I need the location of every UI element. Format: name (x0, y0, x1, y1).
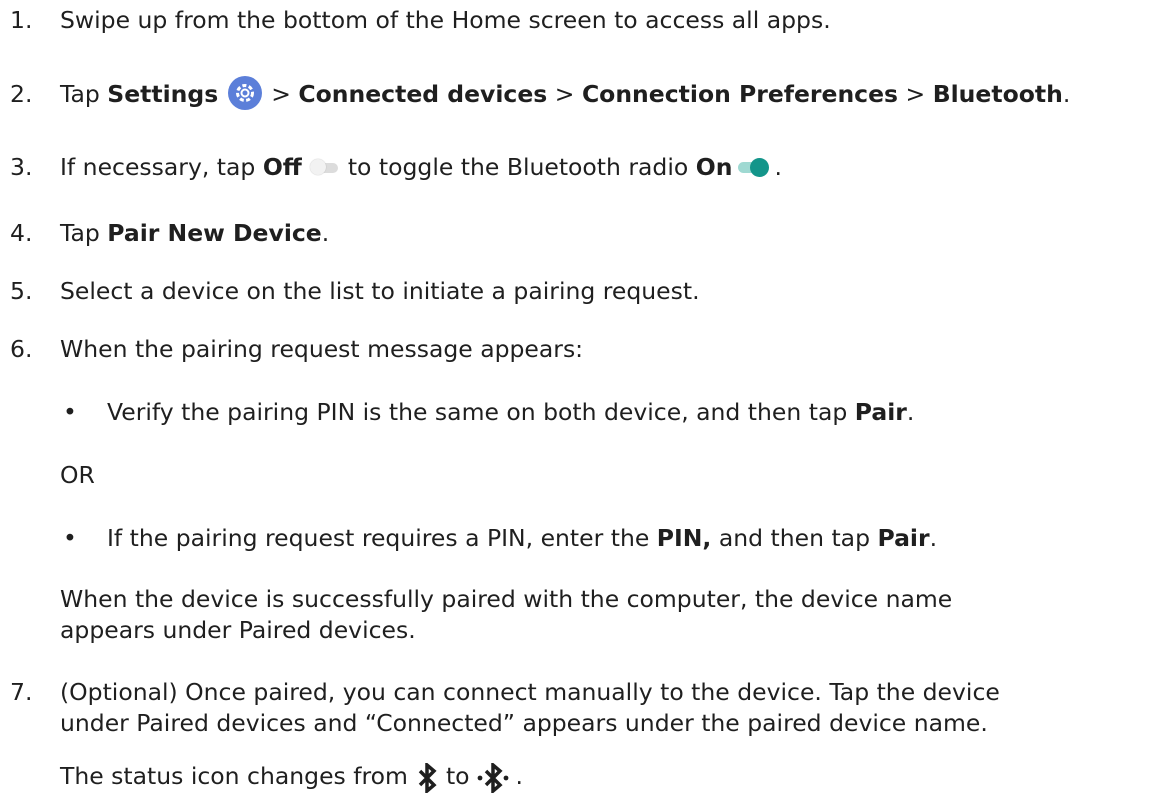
step-text: Tap Pair New Device. (60, 219, 330, 247)
bluetooth-icon (418, 762, 437, 793)
bullet: • (63, 524, 77, 552)
step-number: 6. (10, 335, 33, 363)
toggle-off-icon (308, 157, 342, 177)
bullet: • (63, 398, 77, 426)
paired-note-text: appears under Paired devices. (60, 616, 416, 644)
status-note-text: The status icon changes from to. (60, 760, 523, 793)
step-text: Tap Settings > Connected devices > Conne… (60, 75, 1070, 113)
step-text: Swipe up from the bottom of the Home scr… (60, 6, 831, 34)
settings-gear-icon (227, 75, 262, 110)
step-text: When the pairing request message appears… (60, 335, 584, 363)
on-label: On (695, 153, 733, 181)
step-text: Select a device on the list to initiate … (60, 277, 700, 305)
pair-new-device-label: Pair New Device (107, 219, 322, 247)
settings-label: Settings (107, 80, 219, 108)
paired-note-text: When the device is successfully paired w… (60, 585, 953, 613)
or-text: OR (60, 461, 95, 489)
step-number: 7. (10, 678, 33, 706)
step-number: 5. (10, 277, 33, 305)
step-text: If necessary, tap Off to toggle the Bluet… (60, 153, 782, 181)
connected-devices-label: Connected devices (298, 80, 548, 108)
bullet-text: If the pairing request requires a PIN, e… (107, 524, 938, 552)
step-number: 3. (10, 153, 33, 181)
off-label: Off (262, 153, 302, 181)
connection-preferences-label: Connection Preferences (581, 80, 899, 108)
bluetooth-label: Bluetooth (932, 80, 1063, 108)
step-number: 1. (10, 6, 33, 34)
step-text: under Paired devices and “Connected” app… (60, 709, 988, 737)
bullet-text: Verify the pairing PIN is the same on bo… (107, 398, 915, 426)
step-number: 4. (10, 219, 33, 247)
toggle-on-icon (736, 157, 770, 177)
step-text: (Optional) Once paired, you can connect … (60, 678, 1000, 706)
step-number: 2. (10, 80, 33, 108)
bluetooth-connected-icon (477, 762, 508, 793)
